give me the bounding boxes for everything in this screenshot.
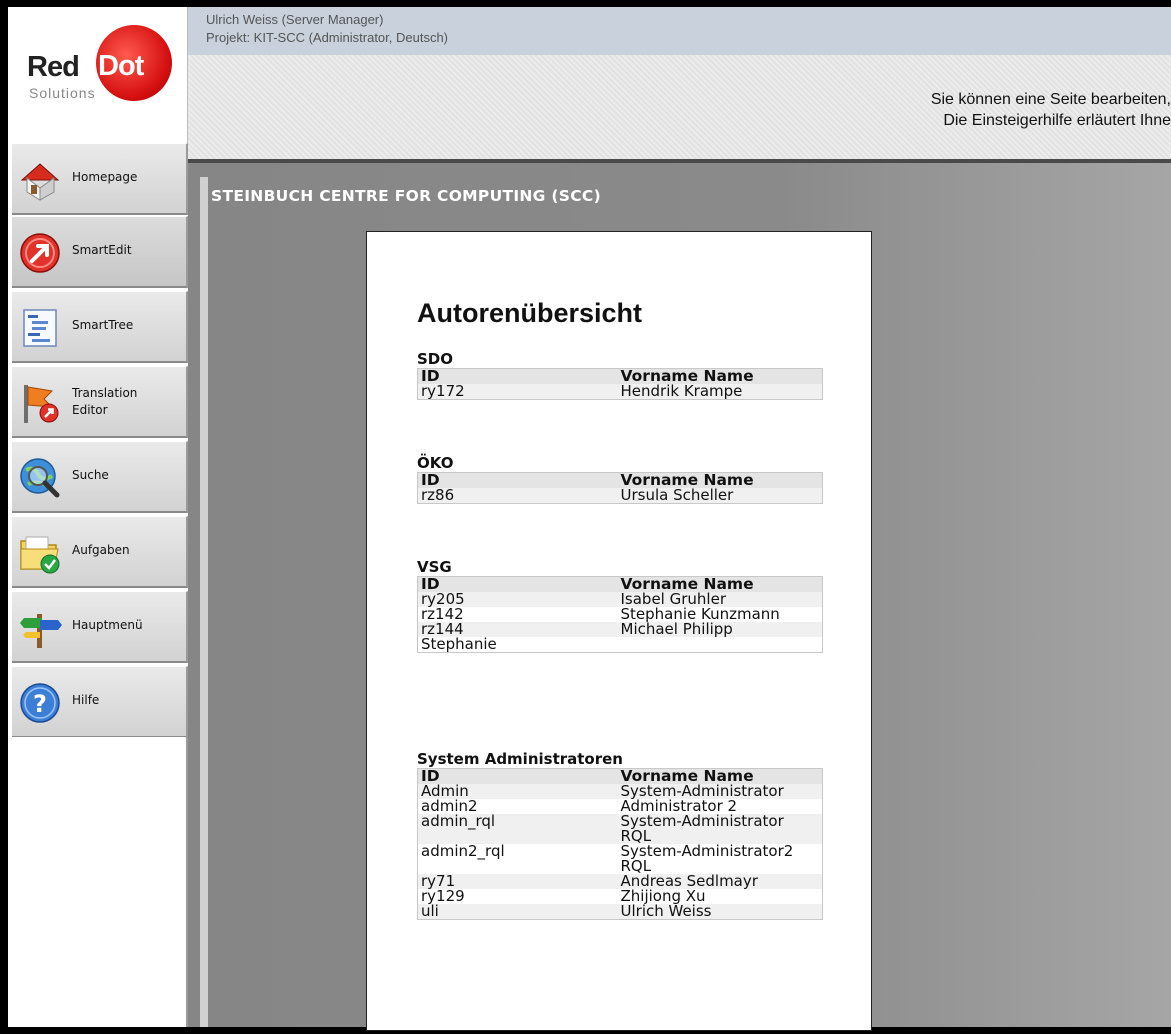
sidebar: Dot Red Solutions Homepage SmartEdit Sma… <box>8 7 188 1027</box>
group-title: System Administratoren <box>417 750 623 768</box>
nav-label: SmartEdit <box>72 243 132 257</box>
tree-list-icon <box>23 309 57 347</box>
author-name: Hendrik Krampe <box>617 384 823 400</box>
site-title: STEINBUCH CENTRE FOR COMPUTING (SCC) <box>211 187 601 205</box>
nav-label-line2: Editor <box>72 403 108 417</box>
reddot-logo: Dot Red Solutions <box>8 7 188 143</box>
table-row: admin_rql System-Administrator RQL <box>417 814 823 844</box>
help-icon: ? <box>20 683 60 723</box>
nav-translation-editor[interactable]: Translation Editor <box>12 366 188 438</box>
author-id: uli <box>417 904 618 920</box>
house-icon <box>20 163 60 201</box>
folder-check-icon <box>20 536 60 574</box>
author-name <box>618 637 823 653</box>
table-row: uli Ulrich Weiss <box>417 904 823 920</box>
project-info: Projekt: KIT-SCC (Administrator, Deutsch… <box>206 30 449 45</box>
welcome-line-2: Die Einsteigerhilfe erläutert Ihne <box>943 112 1171 129</box>
logo-word-red: Red <box>27 51 80 83</box>
author-id: rz86 <box>417 488 618 504</box>
table-row: ry71 Andreas Sedlmayr <box>417 874 823 889</box>
table-row: rz86 Ursula Scheller <box>417 488 823 504</box>
author-name: Michael Philipp <box>617 622 823 637</box>
page-heading: Autorenübersicht <box>417 298 643 328</box>
nav-label-line1: Translation <box>72 386 138 400</box>
table-row: rz142 Stephanie Kunzmann <box>418 607 823 622</box>
author-id: ry129 <box>421 887 465 905</box>
logo-subtitle: Solutions <box>29 85 96 101</box>
author-name: System-Administrator2 RQL <box>620 842 794 875</box>
group-title: VSG <box>417 558 452 576</box>
table-row: Stephanie <box>418 637 823 653</box>
author-table: ID Vorname Name ry205 Isabel Gruhler rz142 St… <box>417 576 823 653</box>
author-group: SDO ID Vorname Name ry172 Hendrik Krampe <box>417 350 823 400</box>
search-globe-icon <box>20 458 60 498</box>
welcome-line-1: Sie können eine Seite bearbeiten, <box>930 91 1171 108</box>
table-header-row: ID Vorname Name <box>417 472 823 488</box>
author-name: System-Administrator RQL <box>617 814 823 844</box>
nav-homepage[interactable]: Homepage <box>12 143 188 215</box>
header: Ulrich Weiss (Server Manager) Projekt: K… <box>188 7 1171 159</box>
table-row: admin2_rql System-Administrator2 RQL <box>418 844 823 874</box>
author-table: ID Vorname Name Admin System-Administrator a… <box>417 768 823 920</box>
nav-smartedit[interactable]: SmartEdit <box>12 216 188 288</box>
content-left-border <box>200 177 208 1027</box>
logo-red-dot: Dot <box>96 25 172 101</box>
author-group: System Administratoren ID Vorname Name Admi… <box>417 750 823 920</box>
nav-smarttree[interactable]: SmartTree <box>12 291 188 363</box>
nav-label: Suche <box>72 468 109 482</box>
nav-label: Translation Editor <box>72 385 137 419</box>
author-id: ry172 <box>417 384 618 400</box>
logo-word-dot: Dot <box>98 50 144 82</box>
nav-label: SmartTree <box>72 318 134 332</box>
author-table: ID Vorname Name rz86 Ursula Scheller <box>417 472 823 504</box>
table-row: Admin System-Administrator <box>417 784 823 799</box>
author-id: admin_rql <box>417 814 618 844</box>
welcome-message: Sie können eine Seite bearbeiten, Die Ei… <box>931 89 1171 131</box>
table-row: ry129 Zhijiong Xu <box>418 889 823 904</box>
group-title: ÖKO <box>417 454 454 472</box>
signpost-icon <box>20 614 62 648</box>
author-table: ID Vorname Name ry172 Hendrik Krampe <box>417 368 823 400</box>
nav-aufgaben[interactable]: Aufgaben <box>12 516 188 588</box>
author-id: Stephanie <box>421 635 497 653</box>
table-header-row: ID Vorname Name <box>417 368 823 384</box>
flag-icon <box>24 385 59 423</box>
nav-label: Homepage <box>72 170 138 184</box>
nav-label: Aufgaben <box>72 543 130 557</box>
nav-label: Hilfe <box>72 693 100 707</box>
edit-arrow-icon <box>20 233 60 273</box>
user-bar: Ulrich Weiss (Server Manager) Projekt: K… <box>188 7 1171 55</box>
sidebar-empty-area <box>12 737 188 1027</box>
author-id: admin2_rql <box>421 842 505 860</box>
user-name: Ulrich Weiss (Server Manager) <box>206 12 384 27</box>
author-group: VSG ID Vorname Name ry205 Isabel Gruhler rz14… <box>417 558 823 653</box>
page-preview[interactable]: Autorenübersicht SDO ID Vorname Name ry172 H… <box>366 231 872 1031</box>
user-info: Ulrich Weiss (Server Manager) Projekt: K… <box>206 11 448 47</box>
nav-label: Hauptmenü <box>72 618 143 632</box>
table-row: ry172 Hendrik Krampe <box>417 384 823 400</box>
group-title: SDO <box>417 350 454 368</box>
svg-text:?: ? <box>33 690 47 718</box>
author-group: ÖKO ID Vorname Name rz86 Ursula Scheller <box>417 454 823 504</box>
table-header-row: ID Vorname Name <box>417 576 823 592</box>
author-name: Ursula Scheller <box>617 488 823 504</box>
author-name: Ulrich Weiss <box>617 904 823 920</box>
nav-suche[interactable]: Suche <box>12 441 188 513</box>
nav-hauptmenue[interactable]: Hauptmenü <box>12 591 188 663</box>
nav-hilfe[interactable]: ? Hilfe <box>12 666 188 738</box>
